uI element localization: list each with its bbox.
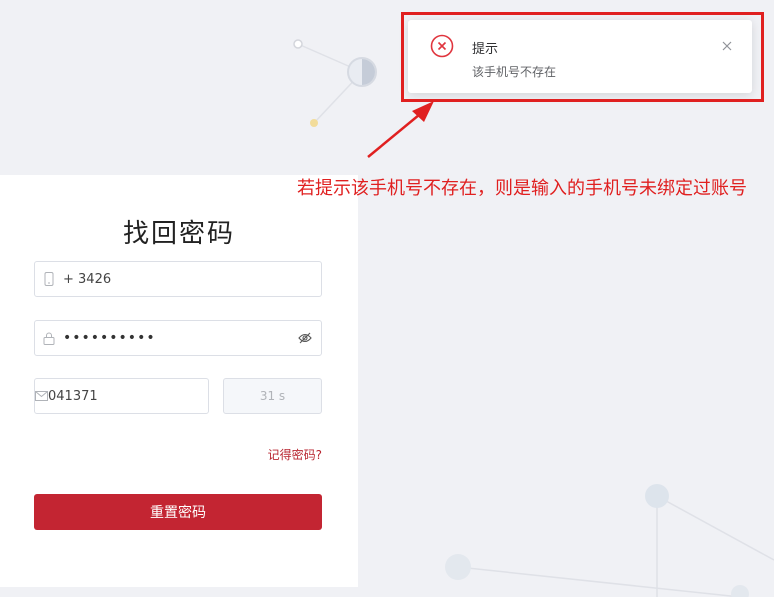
send-code-countdown-button[interactable]: 31 s — [223, 378, 322, 414]
verification-code-input[interactable] — [48, 388, 218, 404]
eye-hidden-icon[interactable] — [289, 332, 321, 344]
mail-icon — [35, 391, 48, 401]
page-title: 找回密码 — [122, 219, 235, 249]
reset-password-button[interactable]: 重置密码 — [34, 494, 322, 530]
verification-code-field[interactable] — [34, 378, 218, 414]
lock-icon — [35, 332, 63, 345]
phone-field[interactable] — [34, 261, 322, 297]
phone-icon — [35, 272, 63, 286]
remember-password-link[interactable]: 记得密码? — [268, 446, 322, 463]
password-field[interactable]: •••••••••• — [34, 320, 322, 356]
password-input[interactable]: •••••••••• — [63, 330, 289, 346]
reset-password-card: 找回密码 •••••••••• 31 s 记得密码? 重置密码 — [0, 175, 358, 587]
phone-input[interactable] — [63, 271, 321, 287]
annotation-text: 若提示该手机号不存在，则是输入的手机号未绑定过账号 — [297, 178, 747, 199]
annotation-highlight-box — [401, 12, 764, 102]
